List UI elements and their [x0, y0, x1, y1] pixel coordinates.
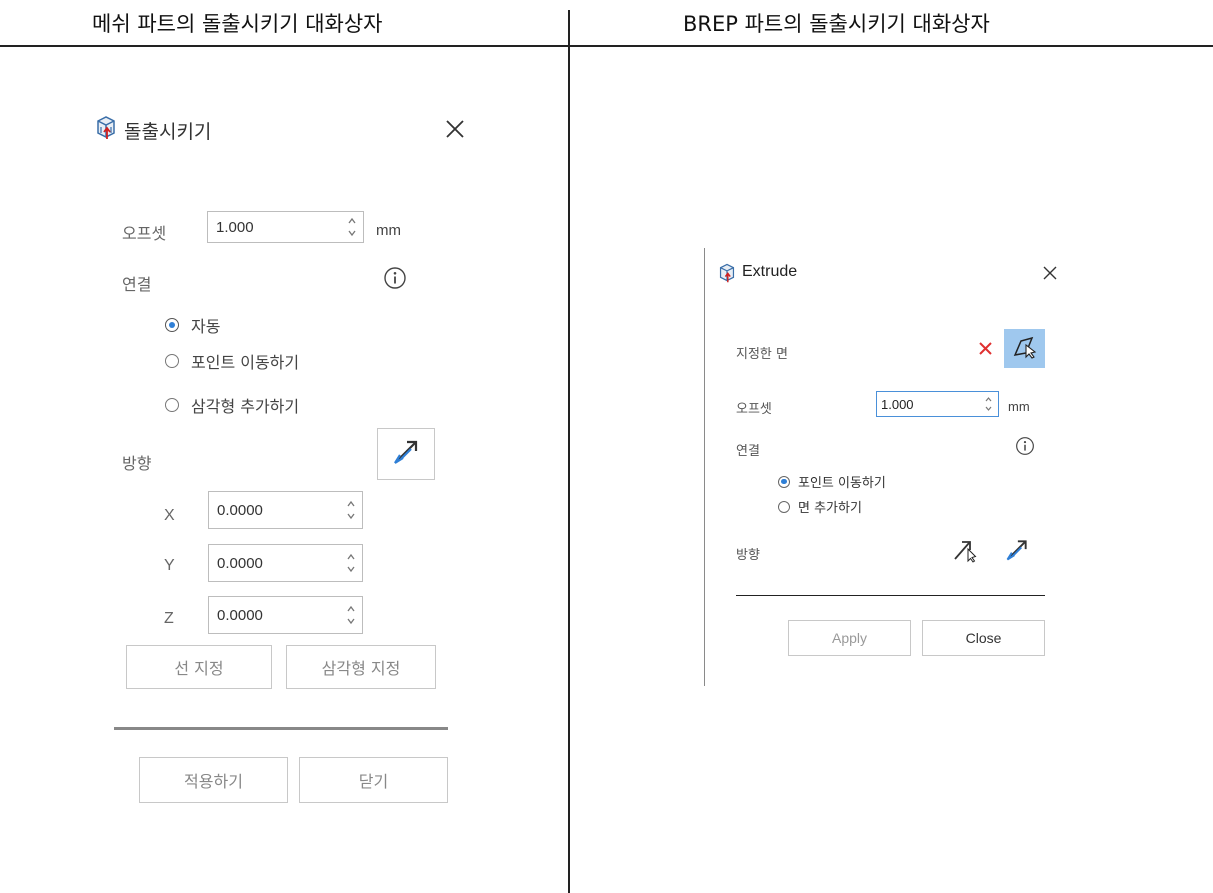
x-value: 0.0000	[217, 502, 263, 519]
axis-x-label: X	[164, 507, 175, 524]
axis-y-label: Y	[164, 557, 175, 574]
info-icon[interactable]	[383, 266, 407, 294]
connection-label: 연결	[122, 275, 152, 294]
radio-dot	[165, 398, 179, 412]
direction-label: 방향	[122, 454, 152, 473]
footer-divider	[736, 595, 1045, 596]
z-value: 0.0000	[217, 607, 263, 624]
pick-direction-icon[interactable]	[951, 537, 977, 567]
apply-button[interactable]: 적용하기	[139, 757, 288, 803]
connection-label: 연결	[736, 444, 760, 459]
footer-divider	[114, 727, 448, 730]
header-divider	[0, 45, 1213, 47]
flip-direction-icon[interactable]	[1004, 537, 1030, 567]
select-face-icon	[1012, 335, 1038, 363]
spin-arrows-icon[interactable]	[347, 216, 357, 238]
left-caption: 메쉬 파트의 돌출시키기 대화상자	[92, 12, 383, 36]
offset-label: 오프셋	[122, 224, 167, 243]
offset-input[interactable]: 1.000	[207, 211, 364, 243]
select-triangle-button[interactable]: 삼각형 지정	[286, 645, 436, 689]
dialog-title: Extrude	[742, 263, 798, 280]
z-input[interactable]: 0.0000	[208, 596, 363, 634]
radio-add-faces[interactable]: 면 추가하기	[778, 497, 862, 516]
offset-unit: mm	[1008, 399, 1030, 414]
x-input[interactable]: 0.0000	[208, 491, 363, 529]
radio-dot	[165, 318, 179, 332]
right-caption: BREP 파트의 돌출시키기 대화상자	[683, 12, 990, 36]
select-face-button[interactable]	[1004, 329, 1045, 368]
flip-direction-button[interactable]	[377, 428, 435, 480]
extrude-icon	[95, 114, 117, 144]
y-value: 0.0000	[217, 555, 263, 572]
select-line-button[interactable]: 선 지정	[126, 645, 272, 689]
close-button[interactable]: 닫기	[299, 757, 448, 803]
radio-label: 자동	[191, 317, 221, 336]
offset-label: 오프셋	[736, 402, 772, 417]
dialog-left-edge	[704, 248, 705, 686]
offset-unit: mm	[376, 222, 401, 239]
extrude-icon	[718, 262, 736, 287]
selected-face-label: 지정한 면	[736, 347, 788, 362]
flip-direction-icon	[391, 437, 421, 471]
spin-arrows-icon[interactable]	[984, 395, 993, 413]
spin-arrows-icon[interactable]	[346, 604, 356, 626]
radio-add-triangles[interactable]: 삼각형 추가하기	[165, 393, 299, 417]
offset-input[interactable]: 1.000	[876, 391, 999, 417]
radio-label: 삼각형 추가하기	[191, 397, 300, 416]
radio-move-points[interactable]: 포인트 이동하기	[778, 472, 886, 491]
close-button[interactable]: Close	[922, 620, 1045, 656]
radio-label: 포인트 이동하기	[191, 353, 300, 372]
close-icon[interactable]	[1043, 265, 1057, 284]
direction-label: 방향	[736, 548, 760, 563]
radio-dot	[778, 500, 790, 513]
offset-value: 1.000	[881, 397, 914, 412]
radio-dot	[778, 475, 790, 488]
radio-label: 포인트 이동하기	[798, 476, 886, 491]
dialog-title: 돌출시키기	[124, 121, 212, 143]
y-input[interactable]: 0.0000	[208, 544, 363, 582]
spin-arrows-icon[interactable]	[346, 552, 356, 574]
radio-move-points[interactable]: 포인트 이동하기	[165, 349, 299, 373]
apply-button[interactable]: Apply	[788, 620, 911, 656]
radio-dot	[165, 354, 179, 368]
close-icon[interactable]	[446, 120, 464, 142]
clear-selection-icon[interactable]	[978, 341, 993, 360]
radio-label: 면 추가하기	[798, 501, 862, 516]
axis-z-label: Z	[164, 610, 174, 627]
offset-value: 1.000	[216, 219, 254, 236]
radio-auto[interactable]: 자동	[165, 313, 220, 337]
info-icon[interactable]	[1015, 436, 1035, 460]
column-divider	[568, 10, 570, 893]
spin-arrows-icon[interactable]	[346, 499, 356, 521]
